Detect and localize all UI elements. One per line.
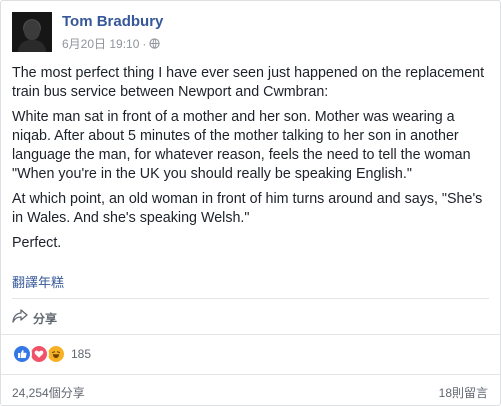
love-icon	[29, 344, 49, 364]
share-count[interactable]: 24,254個分享	[12, 384, 85, 401]
divider	[1, 334, 500, 335]
avatar-shoulders	[18, 40, 46, 52]
avatar-face	[24, 20, 40, 40]
reaction-count: 185	[71, 347, 92, 361]
post-header: Tom Bradbury 6月20日 19:10 ·	[12, 12, 482, 56]
share-label: 分享	[33, 311, 58, 326]
comment-count[interactable]: 18則留言	[439, 384, 488, 401]
share-button[interactable]: 分享	[12, 308, 57, 328]
share-arrow-icon	[12, 308, 28, 328]
post-card: Tom Bradbury 6月20日 19:10 · The most perf…	[0, 0, 501, 406]
divider	[12, 298, 489, 299]
meta-separator: ·	[142, 36, 147, 51]
post-paragraph: White man sat in front of a mother and h…	[12, 109, 471, 182]
post-paragraph: The most perfect thing I have ever seen …	[12, 65, 485, 100]
avatar[interactable]	[12, 12, 52, 52]
haha-icon	[46, 344, 66, 364]
globe-icon[interactable]	[149, 38, 161, 49]
post-body: The most perfect thing I have ever seen …	[12, 64, 490, 259]
like-icon	[12, 344, 32, 364]
translate-link[interactable]: 翻譯年糕	[12, 272, 64, 291]
post-timestamp[interactable]: 6月20日 19:10	[62, 35, 139, 52]
post-paragraph: At which point, an old woman in front of…	[12, 191, 483, 226]
post-paragraph: Perfect.	[12, 235, 62, 251]
post-meta: 6月20日 19:10 ·	[62, 35, 161, 52]
divider	[1, 374, 500, 375]
reactions-summary[interactable]: 185	[12, 344, 91, 364]
author-name[interactable]: Tom Bradbury	[62, 13, 163, 30]
